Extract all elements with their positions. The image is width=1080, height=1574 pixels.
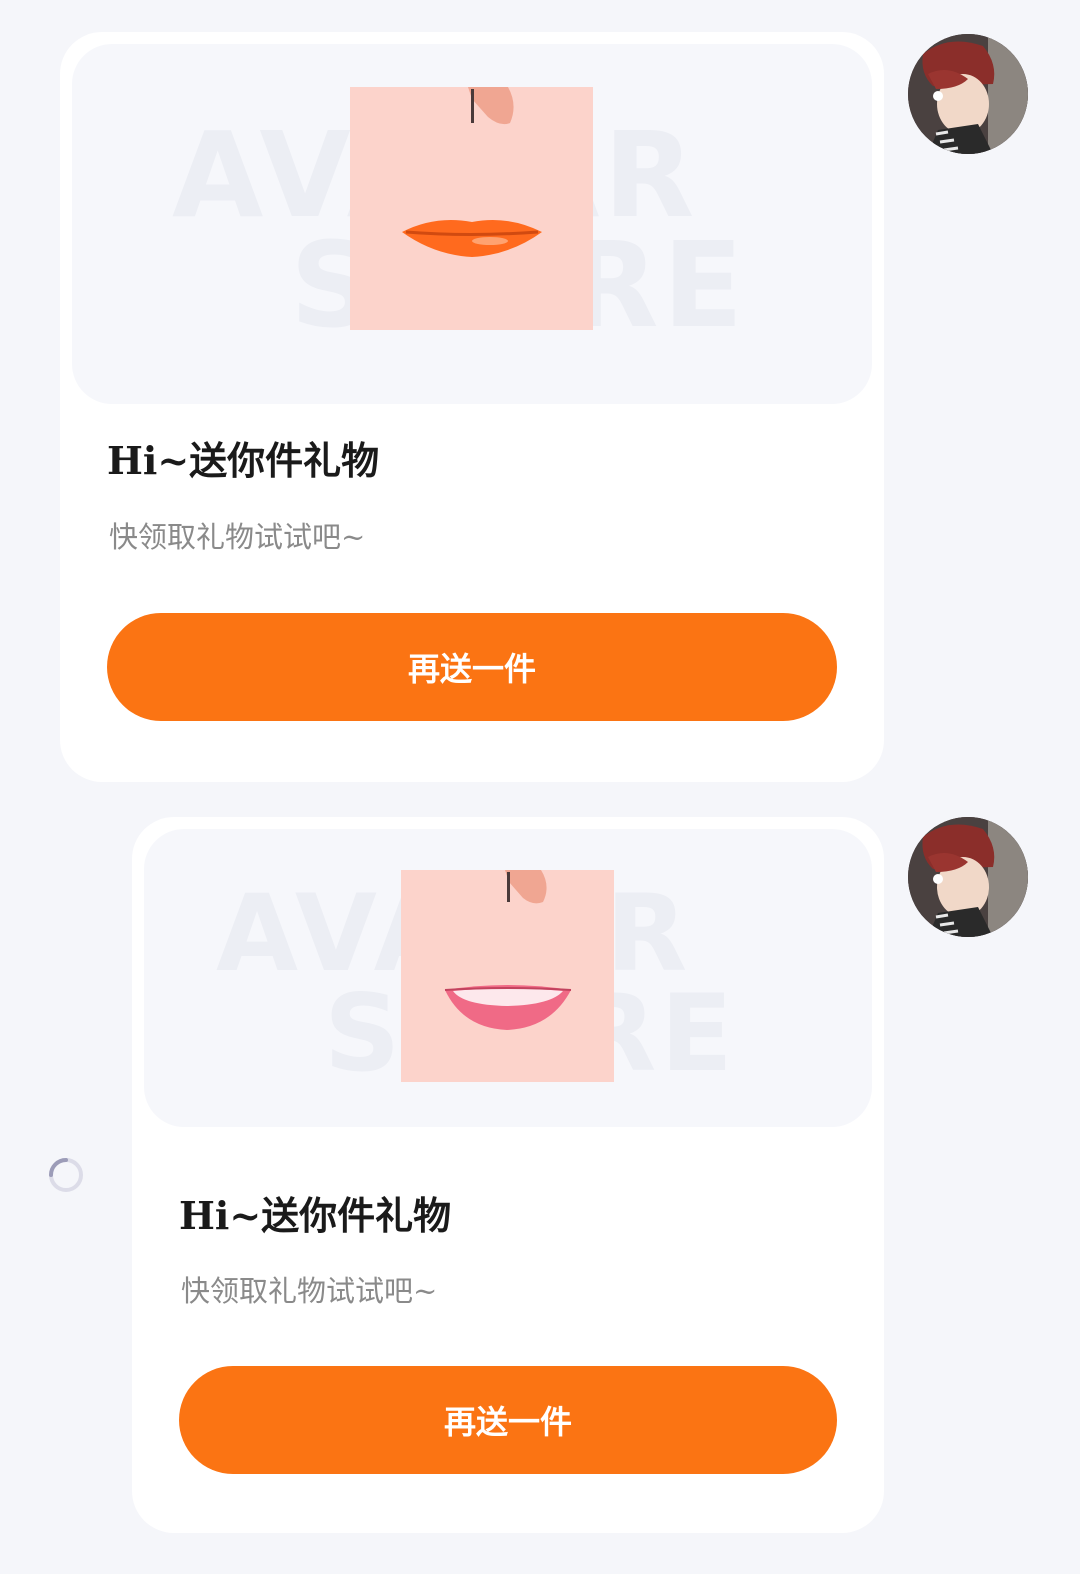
gift-preview-area[interactable]: AVATAR STORE (72, 44, 872, 404)
user-avatar[interactable] (908, 817, 1028, 937)
lip-gloss-orange-icon (350, 87, 593, 330)
gift-subtitle: 快领取礼物试试吧~ (109, 520, 366, 554)
gift-title: Hi~送你件礼物 (179, 1193, 452, 1238)
send-another-button[interactable]: 再送一件 (179, 1366, 837, 1474)
gift-message-card: AVATAR STORE Hi~送你件礼物 快领取礼物试试吧~ 再送一件 (60, 32, 884, 782)
gift-title: Hi~送你件礼物 (107, 438, 380, 483)
user-avatar[interactable] (908, 34, 1028, 154)
send-another-button[interactable]: 再送一件 (107, 613, 837, 721)
loading-spinner-icon (48, 1157, 84, 1193)
lip-smile-pink-icon (401, 870, 614, 1082)
gift-message-card: AVATAR STORE Hi~送你件礼物 快领取礼物试试吧~ 再送一件 (132, 817, 884, 1533)
gift-preview-area[interactable]: AVATAR STORE (144, 829, 872, 1127)
gift-subtitle: 快领取礼物试试吧~ (181, 1274, 438, 1308)
